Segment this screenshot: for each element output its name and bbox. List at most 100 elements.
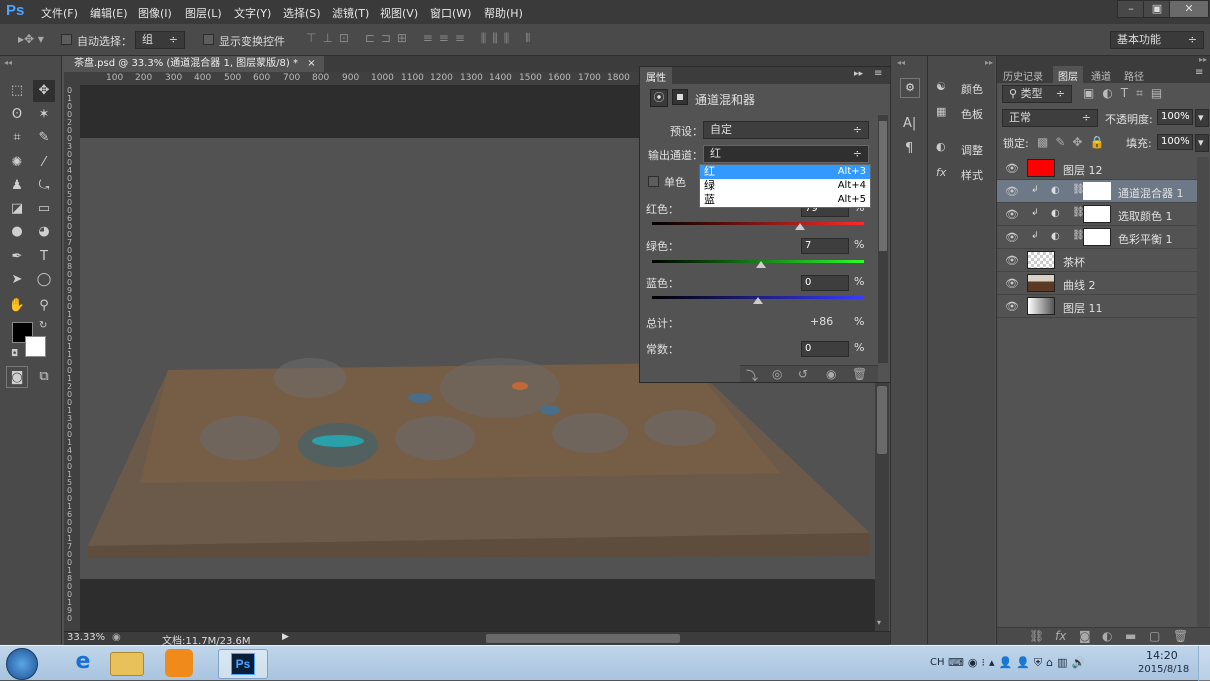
align-icons[interactable]: ⊤⊥⊡ ⊏⊐⊞ ≡≡≡ ⫼⫼⫼ ⦀	[306, 31, 536, 46]
zoom-readout[interactable]: 33.33%	[67, 632, 105, 643]
panel-menu-icon[interactable]: ≡	[874, 68, 882, 79]
visibility-eye-icon[interactable]: 👁	[1005, 277, 1019, 290]
blue-slider-thumb[interactable]	[753, 297, 763, 304]
scroll-down-icon[interactable]: ▾	[877, 618, 881, 627]
panel-menu-icon[interactable]: ≡	[1195, 67, 1203, 78]
layer-row[interactable]: 👁 曲线 2	[997, 272, 1197, 295]
styles-panel-icon[interactable]: fx	[936, 166, 946, 179]
hand-tool-icon[interactable]: ✋	[6, 295, 28, 317]
fill-dropdown[interactable]: ▾	[1195, 134, 1209, 152]
lasso-tool-icon[interactable]: ʘ	[6, 104, 28, 126]
taskbar-photoshop[interactable]: Ps	[218, 649, 268, 679]
explorer-icon[interactable]	[110, 652, 144, 676]
paragraph-icon[interactable]: ¶	[905, 141, 913, 156]
brush-tool-icon[interactable]: ⁄	[33, 152, 55, 174]
mask-icon[interactable]	[672, 89, 688, 105]
color-panel-icon[interactable]: ☯	[936, 80, 946, 93]
status-menu-icon[interactable]: ▶	[282, 632, 289, 642]
green-slider-thumb[interactable]	[756, 261, 766, 268]
opacity-field[interactable]: 100%	[1157, 109, 1193, 125]
menu-file[interactable]: 文件(F)	[41, 5, 78, 21]
collapse-icon[interactable]: ▸▸	[985, 58, 993, 67]
green-value-field[interactable]: 7	[801, 238, 849, 254]
close-button[interactable]: ✕	[1169, 0, 1209, 18]
crop-tool-icon[interactable]: ⌗	[6, 127, 28, 149]
layer-row[interactable]: 👁 图层 11	[997, 295, 1197, 318]
document-tab[interactable]: 茶盘.psd @ 33.3% (通道混合器 1, 图层蒙版/8) * ×	[64, 56, 324, 72]
fill-field[interactable]: 100%	[1157, 134, 1193, 150]
menu-help[interactable]: 帮助(H)	[484, 5, 523, 21]
stamp-tool-icon[interactable]: ♟	[6, 175, 28, 197]
magic-wand-icon[interactable]: ✶	[33, 104, 55, 126]
filter-icons[interactable]: ▣◐T⌗▤	[1083, 86, 1170, 101]
adjustments-panel-icon[interactable]: ◐	[936, 140, 946, 153]
layer-row[interactable]: 👁 茶杯	[997, 249, 1197, 272]
menu-window[interactable]: 窗口(W)	[430, 5, 471, 21]
quick-mask-icon[interactable]: ◙	[6, 366, 28, 388]
pen-tool-icon[interactable]: ✒	[6, 246, 28, 268]
dodge-tool-icon[interactable]: ◕	[33, 221, 55, 243]
ime-indicator[interactable]: CH	[930, 657, 945, 668]
eraser-tool-icon[interactable]: ◪	[6, 198, 28, 220]
menu-view[interactable]: 视图(V)	[380, 5, 418, 21]
healing-brush-icon[interactable]: ✺	[6, 152, 28, 174]
gradient-tool-icon[interactable]: ▭	[33, 198, 55, 220]
layer-row[interactable]: 👁 ↲ ◐ ⛓ 色彩平衡 1	[997, 226, 1197, 249]
swatches-panel-label[interactable]: 色板	[961, 106, 983, 122]
new-layer-icon[interactable]: ▢	[1149, 629, 1160, 643]
layer-row[interactable]: 👁 图层 12	[997, 157, 1197, 180]
blend-mode-dropdown[interactable]: 正常 ÷	[1002, 109, 1098, 127]
reset-icon[interactable]: ↺	[798, 367, 808, 381]
marquee-tool-icon[interactable]: ⬚	[6, 80, 28, 102]
tab-layers[interactable]: 图层	[1053, 66, 1083, 83]
menu-edit[interactable]: 编辑(E)	[90, 5, 128, 21]
screen-mode-icon[interactable]: ⧉	[33, 366, 55, 388]
styles-panel-label[interactable]: 样式	[961, 167, 983, 183]
minimize-button[interactable]: –	[1117, 0, 1145, 18]
clip-to-layer-icon[interactable]: ⤵	[746, 367, 758, 384]
delete-icon[interactable]: 🗑	[852, 367, 867, 381]
visibility-eye-icon[interactable]: 👁	[1005, 231, 1019, 244]
monochrome-checkbox[interactable]	[648, 176, 659, 187]
show-transform-checkbox[interactable]	[203, 34, 214, 45]
tab-close-icon[interactable]: ×	[307, 58, 315, 69]
tray-icons[interactable]: ⌨◉⁝▴👤👤⛨⌂▥🔊	[948, 656, 1089, 670]
view-previous-icon[interactable]: ◎	[772, 367, 782, 381]
eyedropper-icon[interactable]: ✎	[33, 127, 55, 149]
menu-layer[interactable]: 图层(L)	[185, 5, 222, 21]
path-select-icon[interactable]: ➤	[6, 269, 28, 291]
properties-tab[interactable]: 属性	[640, 67, 672, 84]
restore-button[interactable]: ▣	[1143, 0, 1171, 18]
preset-dropdown[interactable]: 自定 ÷	[703, 121, 869, 139]
properties-dock-icon[interactable]: ⚙	[900, 78, 920, 98]
option-red[interactable]: 红 Alt+3	[700, 165, 870, 179]
visibility-eye-icon[interactable]: 👁	[1005, 162, 1019, 175]
blur-tool-icon[interactable]: ●	[6, 221, 28, 243]
adjustments-panel-label[interactable]: 调整	[961, 142, 983, 158]
character-icon[interactable]: A|	[903, 116, 916, 131]
properties-scrollbar[interactable]	[878, 115, 888, 363]
default-colors-icon[interactable]: ◘	[11, 349, 18, 359]
visibility-icon[interactable]: ◉	[826, 367, 836, 381]
opacity-dropdown[interactable]: ▾	[1195, 109, 1209, 127]
history-brush-icon[interactable]: ⤿	[33, 175, 55, 197]
ellipse-tool-icon[interactable]: ◯	[33, 269, 55, 291]
menu-type[interactable]: 文字(Y)	[234, 5, 271, 21]
media-player-icon[interactable]	[165, 649, 193, 677]
tab-channels[interactable]: 通道	[1091, 68, 1111, 83]
panel-expand-icon[interactable]: ▸▸	[854, 69, 863, 79]
collapse-icon[interactable]: ◂◂	[4, 58, 12, 67]
type-tool-icon[interactable]: T	[33, 246, 55, 268]
color-panel-label[interactable]: 颜色	[961, 81, 983, 97]
collapse-icon[interactable]: ◂◂	[897, 58, 905, 67]
delete-layer-icon[interactable]: 🗑	[1173, 629, 1188, 643]
auto-select-checkbox[interactable]	[61, 34, 72, 45]
visibility-eye-icon[interactable]: 👁	[1005, 185, 1019, 198]
show-desktop-button[interactable]	[1198, 646, 1210, 681]
background-color[interactable]	[25, 336, 46, 357]
layer-style-icon[interactable]: fx	[1055, 629, 1066, 643]
move-tool-icon[interactable]: ✥	[33, 80, 55, 102]
output-channel-dropdown[interactable]: 红 ÷	[703, 145, 869, 163]
horizontal-scroll-thumb[interactable]	[486, 634, 680, 643]
zoom-tool-icon[interactable]: ⚲	[33, 295, 55, 317]
